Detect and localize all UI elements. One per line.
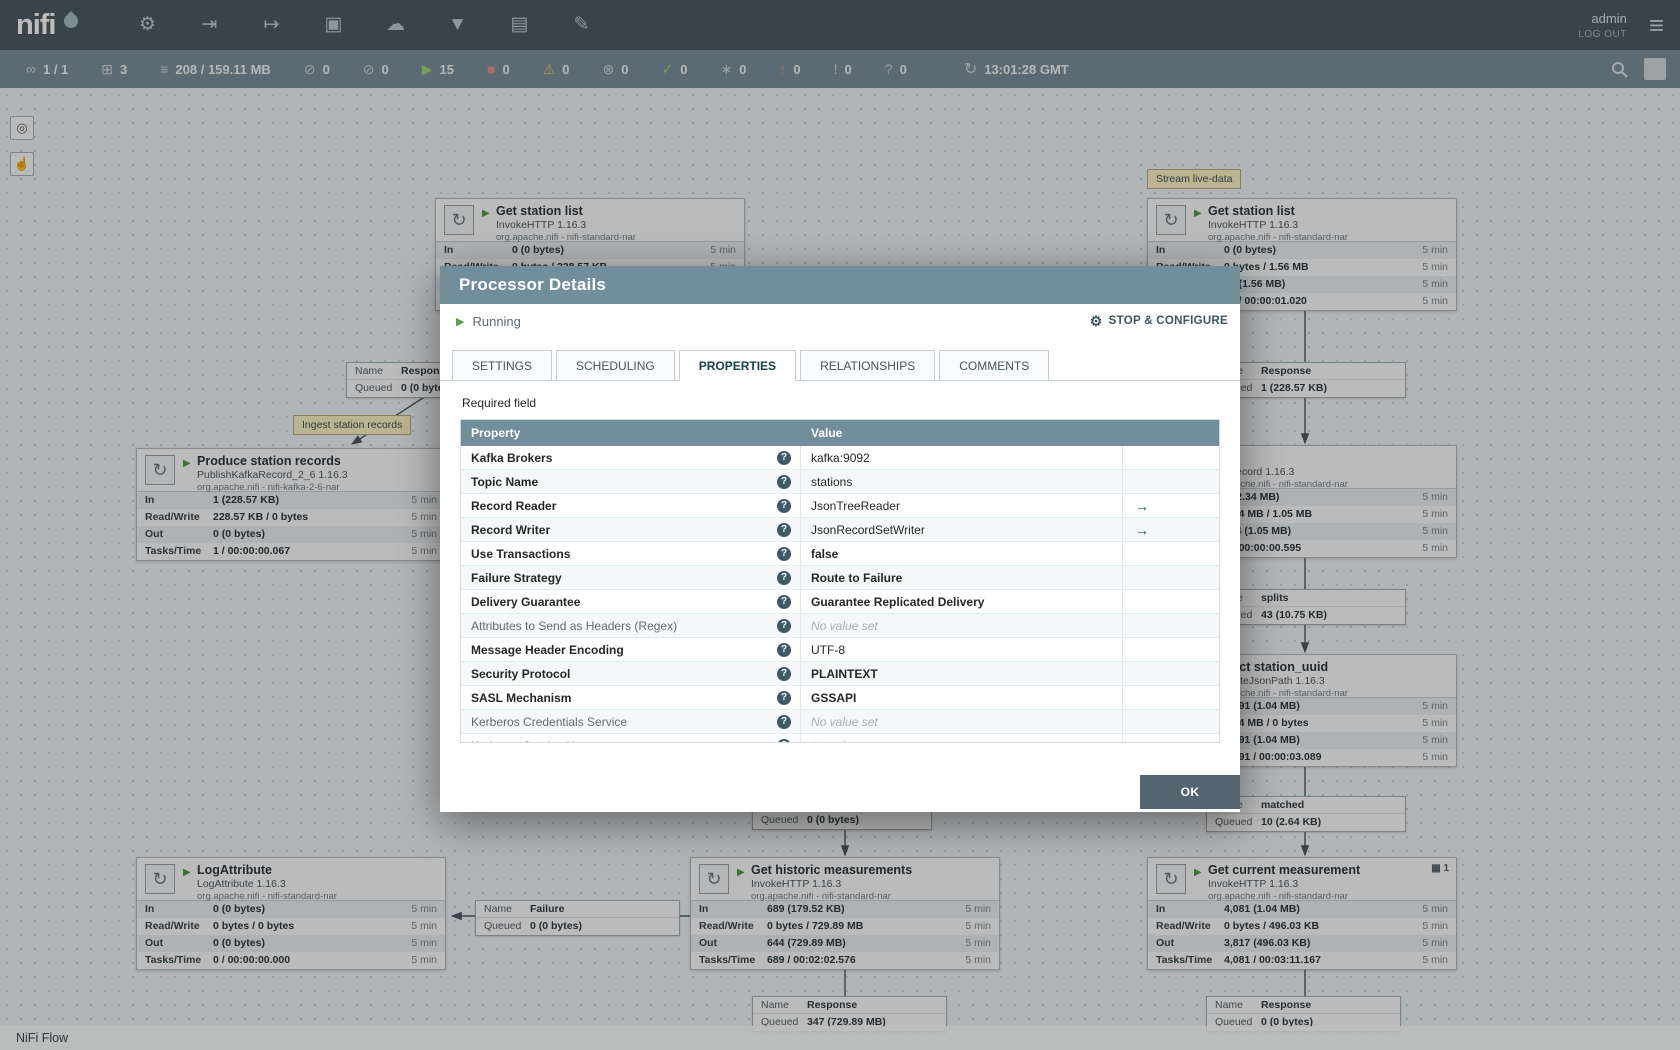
help-icon[interactable]: ? [777,642,791,657]
table-row: Delivery Guarantee? Guarantee Replicated… [461,590,1219,614]
column-value: Value [811,426,843,440]
tab-scheduling[interactable]: SCHEDULING [556,350,675,381]
help-icon[interactable]: ? [777,714,791,729]
property-value[interactable]: GSSAPI [801,686,1123,709]
ok-button[interactable]: OK [1140,775,1240,809]
table-row: Kafka Brokers? kafka:9092 [461,446,1219,470]
go-to-service-icon[interactable]: → [1135,522,1149,538]
column-property: Property [471,426,521,440]
stop-and-configure-button[interactable]: ⚙ STOP & CONFIGURE [1090,313,1228,330]
help-icon[interactable]: ? [777,450,791,465]
stop-configure-icon: ⚙ [1089,312,1103,329]
table-row: Security Protocol? PLAINTEXT [461,662,1219,686]
properties-table: Property Value Kafka Brokers? kafka:9092… [460,419,1220,743]
help-icon[interactable]: ? [777,522,791,537]
property-value[interactable]: No value set [801,734,1123,742]
tab-properties[interactable]: PROPERTIES [678,350,797,381]
property-value[interactable]: No value set [801,710,1123,733]
table-row: SASL Mechanism? GSSAPI [461,686,1219,710]
help-icon[interactable]: ? [777,690,791,705]
property-value[interactable]: JsonRecordSetWriter [801,518,1123,541]
table-header: Property Value [461,420,1219,446]
table-row: Use Transactions? false [461,542,1219,566]
running-status-icon: ▶ [456,315,465,328]
table-row: Kerberos Service Name? No value set [461,734,1219,742]
table-row: Attributes to Send as Headers (Regex)? N… [461,614,1219,638]
table-row: Topic Name? stations [461,470,1219,494]
help-icon[interactable]: ? [777,546,791,561]
go-to-service-icon[interactable]: → [1135,498,1149,514]
property-value[interactable]: false [801,542,1123,565]
tab-settings[interactable]: SETTINGS [452,350,553,381]
property-value[interactable]: stations [801,470,1123,493]
required-field-note: Required field [462,396,537,410]
processor-details-dialog: Processor Details ▶ Running ⚙ STOP & CON… [440,266,1240,812]
property-value[interactable]: Guarantee Replicated Delivery [801,590,1123,613]
property-value[interactable]: No value set [801,614,1123,637]
help-icon[interactable]: ? [777,666,791,681]
table-row: Kerberos Credentials Service? No value s… [461,710,1219,734]
property-value[interactable]: PLAINTEXT [801,662,1123,685]
property-value[interactable]: kafka:9092 [801,446,1123,469]
table-row: Record Writer? JsonRecordSetWriter → [461,518,1219,542]
help-icon[interactable]: ? [777,594,791,609]
table-row: Failure Strategy? Route to Failure [461,566,1219,590]
help-icon[interactable]: ? [777,738,791,742]
run-state-label: Running [472,313,521,329]
table-row: Record Reader? JsonTreeReader → [461,494,1219,518]
tab-comments[interactable]: COMMENTS [939,350,1050,381]
property-value[interactable]: Route to Failure [801,566,1123,589]
help-icon[interactable]: ? [777,570,791,585]
tab-relationships[interactable]: RELATIONSHIPS [800,350,936,381]
help-icon[interactable]: ? [777,474,791,489]
property-value[interactable]: JsonTreeReader [801,494,1123,517]
property-value[interactable]: UTF-8 [801,638,1123,661]
help-icon[interactable]: ? [777,498,791,513]
dialog-title: Processor Details [440,266,1240,304]
dialog-tabs: SETTINGS SCHEDULING PROPERTIES RELATIONS… [440,350,1240,381]
table-row: Message Header Encoding? UTF-8 [461,638,1219,662]
help-icon[interactable]: ? [777,618,791,633]
